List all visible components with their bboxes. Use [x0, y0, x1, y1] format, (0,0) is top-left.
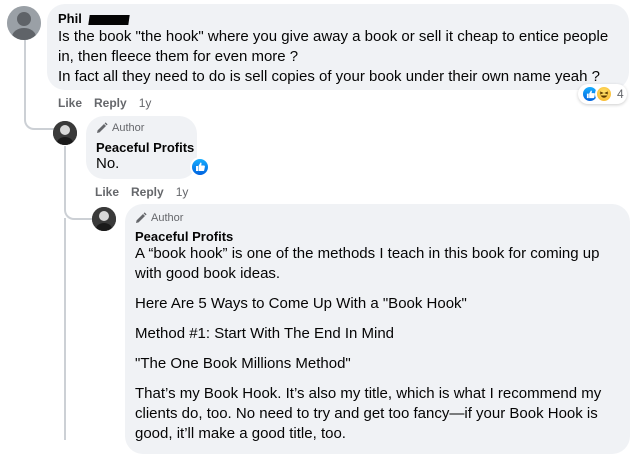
reply-paragraph: Here Are 5 Ways to Come Up With a "Book … [135, 295, 467, 312]
author-badge-label: Author [112, 122, 145, 134]
timestamp[interactable]: 1y [139, 96, 152, 110]
reply-bubble: Author Peaceful Profits A “book hook” is… [125, 204, 630, 454]
thread-line-nested-continue [64, 218, 66, 440]
reaction-summary[interactable]: 4 [578, 84, 627, 104]
comment-text: Is the book "the hook" where you give aw… [58, 27, 628, 87]
reply-actions: Like Reply 1y [95, 185, 200, 199]
comment-bubble: Phil Is the book "the hook" where you gi… [47, 4, 629, 90]
reply-paragraph: "The One Book Millions Method" [135, 355, 351, 372]
avatar-photo-icon [53, 121, 77, 145]
avatar-photo-icon [7, 6, 41, 40]
reply-paragraph: A “book hook” is one of the methods I te… [135, 245, 600, 282]
haha-icon [595, 85, 613, 103]
reaction-count: 4 [617, 87, 624, 101]
like-link[interactable]: Like [58, 96, 82, 110]
avatar[interactable] [53, 121, 77, 145]
comment-author-name[interactable]: Phil [58, 11, 82, 26]
reply-bubble: Author Peaceful Profits No. [86, 116, 197, 179]
reply-link[interactable]: Reply [131, 185, 164, 199]
redacted-name-bar [88, 14, 131, 25]
pencil-icon [97, 122, 108, 133]
author-badge-label: Author [151, 212, 184, 224]
avatar-photo-icon [92, 207, 116, 231]
reply-paragraph: That’s my Book Hook. It’s also my title,… [135, 385, 602, 442]
reply-text: A “book hook” is one of the methods I te… [135, 244, 617, 454]
avatar[interactable] [7, 6, 41, 40]
like-icon[interactable] [190, 157, 210, 177]
like-link[interactable]: Like [95, 185, 119, 199]
reply-author-name[interactable]: Peaceful Profits [96, 140, 194, 155]
author-badge: Author [135, 212, 183, 224]
reply-author-name[interactable]: Peaceful Profits [135, 229, 233, 244]
comment-actions: Like Reply 1y [58, 96, 163, 110]
avatar[interactable] [92, 207, 116, 231]
reply-text: No. [96, 155, 120, 172]
pencil-icon [136, 212, 147, 223]
reply-paragraph: Method #1: Start With The End In Mind [135, 325, 395, 342]
comment-text-line: in, then fleece them for even more ? [58, 48, 299, 65]
timestamp[interactable]: 1y [176, 185, 189, 199]
comment-text-line: In fact all they need to do is sell copi… [58, 68, 600, 85]
reply-link[interactable]: Reply [94, 96, 127, 110]
comment-text-line: Is the book "the hook" where you give aw… [58, 28, 609, 45]
author-badge: Author [96, 122, 144, 134]
